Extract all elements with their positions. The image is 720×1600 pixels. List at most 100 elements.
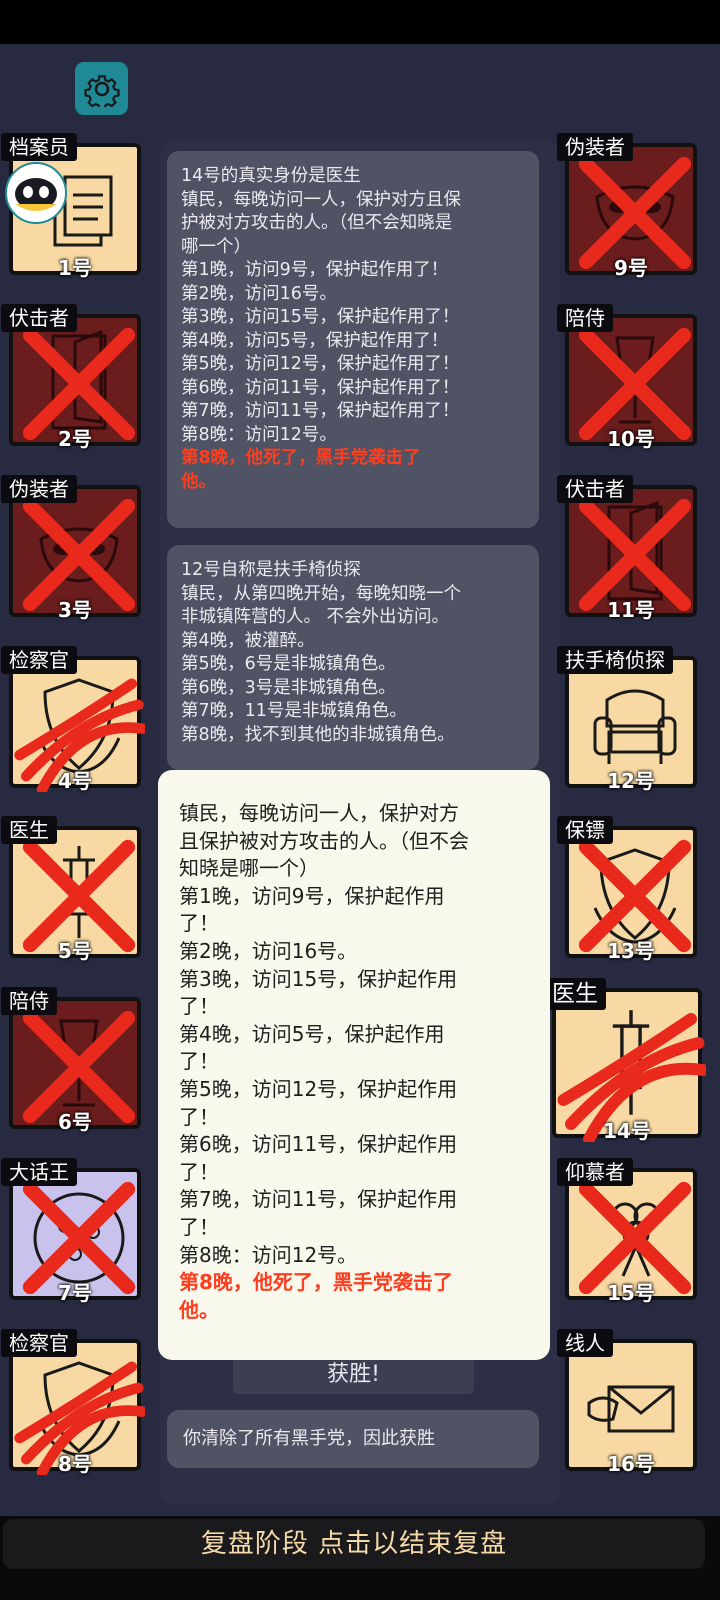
player-card[interactable]: 保镖 13号 <box>557 816 697 963</box>
panel-text: 14号的真实身份是医生镇民，每晚访问一人，保护对方且保 护被对方攻击的人。（但不会… <box>181 165 525 447</box>
text-line: 第7晚，访问11号，保护起作用 <box>179 1187 458 1212</box>
role-label: 检察官 <box>1 646 77 674</box>
text-line: 第5晚，访问12号，保护起作用 <box>179 1076 458 1101</box>
text-line: 第7晚，11号是非城镇角色。 <box>181 701 407 721</box>
text-line: 第6晚，3号是非城镇角色。 <box>181 677 396 698</box>
death-text: 第8晚，他死了，黑手党袭击了 他。 <box>181 447 525 494</box>
role-label: 伏击者 <box>557 475 633 503</box>
player-card[interactable]: 伪装者 9号 <box>557 133 697 280</box>
player-card[interactable]: 陪侍 10号 <box>557 304 697 451</box>
role-label: 伏击者 <box>1 304 77 332</box>
robot-face-icon <box>15 178 57 211</box>
text-line: 第7晚，访问11号，保护起作用了！ <box>181 401 460 421</box>
role-label: 伪装者 <box>1 475 77 503</box>
victory-message-panel: 你清除了所有黑手党，因此获胜 <box>167 1410 539 1468</box>
player-number: 7号 <box>58 1281 92 1305</box>
player-number: 14号 <box>603 1119 651 1143</box>
text-line: 镇民，每晚访问一人，保护对方 <box>179 801 459 825</box>
player-number: 2号 <box>58 427 92 451</box>
player-number: 5号 <box>58 939 92 963</box>
text-line: 了！ <box>179 1159 219 1184</box>
popup-text: 镇民，每晚访问一人，保护对方 且保护被对方攻击的人。（但不会 知晓是哪一个） 第1晚，… <box>179 800 530 1269</box>
role-label: 档案员 <box>1 133 77 161</box>
text-line: 了！ <box>179 911 219 936</box>
text-line: 知晓是哪一个） <box>179 856 319 881</box>
text-line: 第2晚，访问16号。 <box>179 938 358 963</box>
player-number: 13号 <box>607 939 655 963</box>
text-line: 了！ <box>179 1049 219 1074</box>
player-number: 12号 <box>607 769 655 793</box>
popup-death-text: 第8晚，他死了，黑手党袭击了 他。 <box>179 1269 530 1324</box>
player-card[interactable]: 陪侍 6号 <box>1 987 141 1134</box>
role-label: 保镖 <box>557 816 613 844</box>
text-line: 了！ <box>179 1214 219 1239</box>
text-line: 第2晚，访问16号。 <box>181 283 337 304</box>
settings-button[interactable] <box>75 62 128 115</box>
text-line: 且保护被对方攻击的人。（但不会 <box>179 828 469 853</box>
role-detail-popup[interactable]: 镇民，每晚访问一人，保护对方 且保护被对方攻击的人。（但不会 知晓是哪一个） 第1晚，… <box>158 770 550 1360</box>
role-label: 伪装者 <box>557 133 633 161</box>
player-card[interactable]: 医生 5号 <box>1 816 141 963</box>
player-number: 8号 <box>58 1452 92 1476</box>
text-line: 第1晚，访问9号，保护起作用 <box>179 883 445 908</box>
role-label: 陪侍 <box>557 304 613 332</box>
identity-panel-14[interactable]: 14号的真实身份是医生镇民，每晚访问一人，保护对方且保 护被对方攻击的人。（但不会… <box>167 151 539 528</box>
text-line: 第5晚，6号是非城镇角色。 <box>181 654 396 674</box>
text-line: 第6晚，访问11号，保护起作用 <box>179 1132 458 1157</box>
text-line: 镇民，每晚访问一人，保护对方且保 <box>181 189 461 210</box>
text-line: 非城镇阵营的人。 不会外出访问。 <box>181 607 450 627</box>
text-line: 第8晚：访问12号。 <box>179 1242 358 1267</box>
player-number: 9号 <box>614 256 648 280</box>
role-label: 检察官 <box>1 1329 77 1357</box>
player-number: 4号 <box>58 769 92 793</box>
player-number: 10号 <box>607 427 655 451</box>
role-label: 大话王 <box>1 1158 77 1186</box>
avatar[interactable] <box>5 162 67 224</box>
text-line: 镇民，从第四晚开始，每晚知晓一个 <box>181 583 461 604</box>
text-line: 第3晚，访问15号，保护起作用了！ <box>181 307 460 327</box>
player-card[interactable]: 伏击者 2号 <box>1 304 141 451</box>
player-card[interactable]: 大话王 7号 <box>1 1158 141 1305</box>
text-line: 14号的真实身份是医生 <box>181 166 361 186</box>
player-card[interactable]: 医生 14号 <box>544 978 706 1143</box>
identity-panel-12[interactable]: 12号自称是扶手椅侦探 镇民，从第四晚开始，每晚知晓一个 非城镇阵营的人。 不会外出… <box>167 545 539 770</box>
text-line: 第8晚，他死了，黑手党袭击了 <box>179 1270 453 1295</box>
player-number: 1号 <box>58 256 92 280</box>
player-number: 16号 <box>607 1452 655 1476</box>
end-review-button[interactable]: 复盘阶段 点击以结束复盘 <box>3 1519 705 1569</box>
text-line: 第4晚，访问5号，保护起作用了！ <box>181 330 449 351</box>
gear-icon <box>83 74 120 107</box>
status-bar <box>0 0 720 44</box>
text-line: 第8晚，他死了，黑手党袭击了 <box>181 448 421 468</box>
text-line: 第1晚，访问9号，保护起作用了！ <box>181 260 449 280</box>
player-number: 6号 <box>58 1110 92 1134</box>
text-line: 第5晚，访问12号，保护起作用了！ <box>181 354 460 374</box>
text-line: 第3晚，访问15号，保护起作用 <box>179 966 458 991</box>
player-number: 3号 <box>58 598 92 622</box>
panel-text: 12号自称是扶手椅侦探 镇民，从第四晚开始，每晚知晓一个 非城镇阵营的人。 不会外出… <box>181 559 525 747</box>
text-line: 护被对方攻击的人。（但不会知晓是 <box>181 213 453 233</box>
text-line: 第4晚，访问5号，保护起作用 <box>179 1021 445 1046</box>
text-line: 第6晚，访问11号，保护起作用了！ <box>181 377 460 398</box>
text-line: 了！ <box>179 994 219 1019</box>
role-label: 陪侍 <box>1 987 57 1015</box>
player-card[interactable]: 伪装者 3号 <box>1 475 141 622</box>
text-line: 第8晚，找不到其他的非城镇角色。 <box>181 724 455 745</box>
victory-label: 获胜! <box>233 1356 474 1394</box>
player-card[interactable]: 检察官 8号 <box>1 1329 145 1476</box>
player-card[interactable]: 扶手椅侦探 12号 <box>557 646 697 793</box>
text-line: 了！ <box>179 1104 219 1129</box>
player-card[interactable]: 伏击者 11号 <box>557 475 697 622</box>
text-line: 他。 <box>179 1297 219 1322</box>
player-number: 15号 <box>607 1281 655 1305</box>
victory-message: 你清除了所有黑手党，因此获胜 <box>183 1428 435 1449</box>
player-card[interactable]: 仰慕者 15号 <box>557 1158 697 1305</box>
role-label: 扶手椅侦探 <box>557 646 673 674</box>
role-label: 医生 <box>544 978 606 1010</box>
role-label: 仰慕者 <box>557 1158 633 1186</box>
text-line: 第8晚：访问12号。 <box>181 424 337 445</box>
player-card[interactable]: 检察官 4号 <box>1 646 145 793</box>
role-label: 线人 <box>557 1329 613 1357</box>
text-line: 第4晚，被灌醉。 <box>181 630 315 651</box>
player-card[interactable]: 线人 16号 <box>557 1329 697 1476</box>
